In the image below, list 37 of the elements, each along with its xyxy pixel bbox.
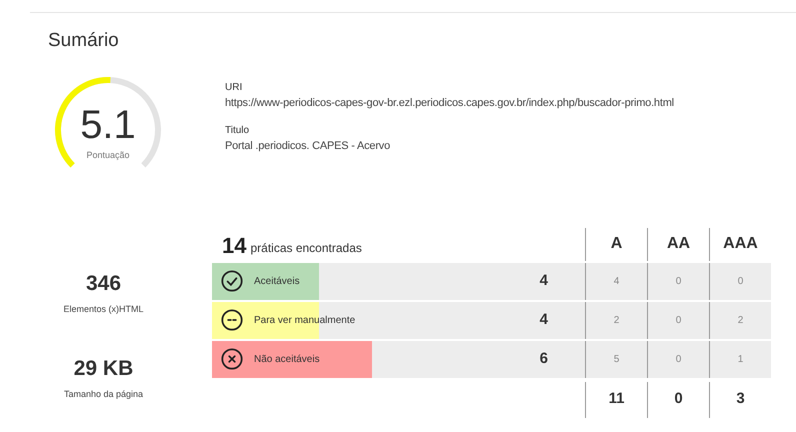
level-total: 0 — [674, 389, 683, 410]
column-header: AAA — [723, 234, 758, 254]
result-label: Não aceitáveis — [254, 352, 320, 366]
level-total: 3 — [736, 389, 745, 410]
level-count: 2 — [614, 314, 620, 328]
info-value: Portal .periodicos. CAPES - Acervo — [225, 139, 391, 154]
section-title: Sumário — [48, 30, 119, 51]
info-value: https://www-periodicos-capes-gov-br.ezl.periodicos.capes.gov.br/index.php/buscador-primo.html — [225, 96, 674, 110]
level-count: 2 — [738, 314, 744, 328]
level-count: 0 — [676, 314, 682, 328]
level-count: 0 — [676, 352, 682, 366]
column-header: AA — [666, 234, 690, 254]
level-count: 4 — [614, 274, 620, 288]
level-count: 0 — [676, 274, 682, 288]
dash-circle-icon — [221, 309, 243, 331]
score-value: 5.1 — [80, 104, 136, 145]
score-label: Pontuação — [86, 148, 130, 162]
level-total: 11 — [608, 389, 624, 410]
info-label: URI — [225, 80, 244, 94]
stat-value: 346 — [86, 270, 122, 296]
stat-label: Tamanho da página — [64, 388, 144, 401]
level-count: 0 — [738, 274, 744, 288]
x-circle-icon — [221, 348, 243, 370]
check-circle-icon — [221, 270, 243, 292]
level-count: 1 — [738, 352, 744, 366]
practices-label: práticas encontradas — [250, 240, 362, 256]
result-label: Para ver manualmente — [254, 314, 356, 328]
result-count: 4 — [540, 270, 548, 291]
level-count: 5 — [614, 352, 620, 366]
result-label: Aceitáveis — [254, 274, 300, 288]
column-header: A — [610, 234, 622, 254]
stat-label: Elementos (x)HTML — [63, 303, 144, 316]
result-count: 6 — [540, 348, 548, 369]
practices-count: 14 — [222, 234, 246, 256]
info-label: Titulo — [225, 124, 250, 138]
result-count: 4 — [540, 310, 548, 330]
stat-value: 29 KB — [74, 356, 134, 382]
